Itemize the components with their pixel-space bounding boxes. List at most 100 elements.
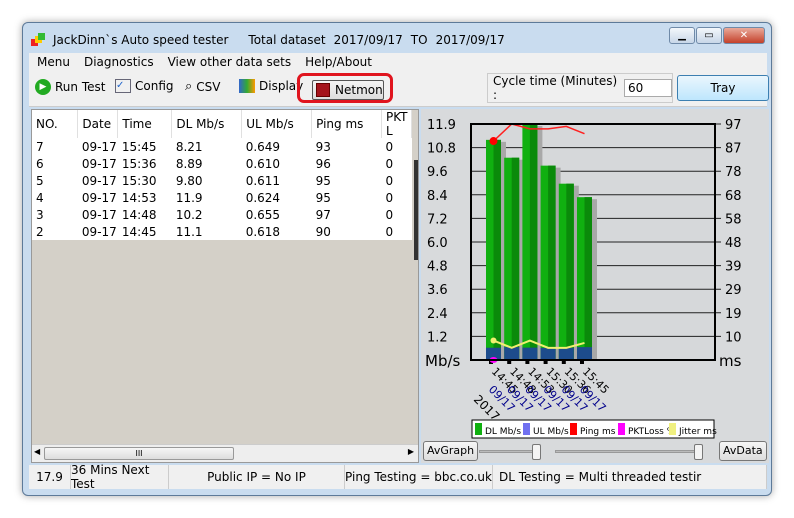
table-cell: 0 <box>385 173 394 188</box>
y2-tick-label: 68 <box>725 189 742 204</box>
tray-button[interactable]: Tray <box>677 75 769 101</box>
table-row[interactable]: 4 09-17 14:53 11.9 0.624 95 0 <box>32 189 412 206</box>
config-button[interactable]: ✓ Config <box>115 79 174 93</box>
scroll-left-icon[interactable]: ◀ <box>34 447 40 456</box>
ping-point <box>489 137 498 146</box>
avgraph-button[interactable]: AvGraph <box>423 441 479 461</box>
slider-2-knob[interactable] <box>694 444 703 460</box>
y-axis-label: Mb/s <box>425 352 461 370</box>
play-icon: ▶ <box>35 79 51 95</box>
column-header[interactable]: NO. <box>32 110 79 138</box>
results-table-panel: NO. Date Time DL Mb/s UL Mb/s Ping ms PKT L 7 0… <box>31 109 419 463</box>
netmon-button[interactable]: Netmon <box>312 80 384 100</box>
display-button[interactable]: Display <box>239 79 303 93</box>
jitter-point <box>490 337 497 344</box>
table-cell: 0.624 <box>245 190 281 205</box>
dl-bar-side <box>493 139 501 360</box>
y2-tick-label: 58 <box>725 212 742 227</box>
date-to: 2017/09/17 <box>435 33 505 47</box>
column-header[interactable]: Time <box>117 110 173 138</box>
legend-swatch <box>618 423 625 435</box>
scroll-thumb[interactable]: III <box>44 447 234 460</box>
table-cell: 10.2 <box>175 207 203 222</box>
csv-button[interactable]: ⌕ CSV <box>185 79 221 94</box>
menu-diagnostics[interactable]: Diagnostics <box>84 55 154 69</box>
y2-tick-label: 10 <box>725 330 742 345</box>
table-cell: 09-17 <box>81 173 117 188</box>
toolbar: ▶ Run Test ✓ Config ⌕ CSV Display Netmon Cy… <box>29 71 769 107</box>
status-next-test: 36 Mins Next Test <box>71 463 169 491</box>
y-tick-label: 4.8 <box>427 260 448 275</box>
menu-menu[interactable]: Menu <box>37 55 70 69</box>
cycle-time-group: Cycle time (Minutes) : <box>487 73 673 103</box>
y-tick-label: 7.2 <box>427 212 448 227</box>
legend-label: PKTLoss % <box>628 427 676 437</box>
column-header[interactable]: Date <box>77 110 119 138</box>
status-bar: 17.9 36 Mins Next Test Public IP = No IP… <box>29 463 767 491</box>
results-table: NO. Date Time DL Mb/s UL Mb/s Ping ms PKT L 7 0… <box>32 110 413 240</box>
table-cell: 0 <box>385 139 394 154</box>
app-title: JackDinn`s Auto speed tester <box>53 33 229 47</box>
legend-label: Ping ms <box>580 427 616 437</box>
run-test-label: Run Test <box>55 80 106 94</box>
ul-bar <box>558 347 574 360</box>
dl-bar-side <box>529 124 538 360</box>
column-header[interactable]: DL Mb/s <box>171 110 243 138</box>
scroll-right-icon[interactable]: ▶ <box>408 447 414 456</box>
ul-bar <box>504 347 520 360</box>
table-cell: 0 <box>385 207 394 222</box>
table-row[interactable]: 5 09-17 15:30 9.80 0.611 95 0 <box>32 172 412 189</box>
title-bar: JackDinn`s Auto speed tester Total datas… <box>31 29 505 51</box>
legend-label: UL Mb/s <box>533 427 569 437</box>
y-tick-label: 1.2 <box>427 330 448 345</box>
close-button[interactable]: ✕ <box>723 27 765 44</box>
menu-bar: Menu Diagnostics View other data sets He… <box>29 53 767 71</box>
maximize-button[interactable]: ▭ <box>696 27 722 44</box>
table-cell: 9.80 <box>175 173 203 188</box>
table-cell: 14:53 <box>121 190 157 205</box>
vertical-scrollbar[interactable] <box>414 160 418 260</box>
ul-bar <box>577 347 592 360</box>
table-cell: 93 <box>315 139 331 154</box>
slider-1-knob[interactable] <box>532 444 541 460</box>
table-row[interactable]: 2 09-17 14:45 11.1 0.618 90 0 <box>32 223 412 240</box>
table-cell: 8.89 <box>175 156 203 171</box>
column-header[interactable]: UL Mb/s <box>241 110 313 138</box>
run-test-button[interactable]: ▶ Run Test <box>35 79 105 95</box>
cycle-time-input[interactable] <box>624 79 672 97</box>
date-from: 2017/09/17 <box>333 33 403 47</box>
table-cell: 0.618 <box>245 224 281 239</box>
column-header[interactable]: PKT L <box>381 110 413 138</box>
table-row[interactable]: 3 09-17 14:48 10.2 0.655 97 0 <box>32 206 412 223</box>
column-header[interactable]: Ping ms <box>311 110 382 138</box>
netmon-highlight: Netmon <box>297 73 393 103</box>
table-cell: 0 <box>385 190 394 205</box>
dl-bar-side <box>548 165 556 360</box>
menu-help-about[interactable]: Help/About <box>305 55 372 69</box>
minimize-button[interactable]: ▁ <box>669 27 695 44</box>
slider-1[interactable] <box>479 444 541 460</box>
y-tick-label: 6.0 <box>427 236 448 251</box>
y-tick-label: 8.4 <box>427 189 448 204</box>
ul-bar <box>522 347 538 360</box>
table-row[interactable]: 7 09-17 15:45 8.21 0.649 93 0 <box>32 138 412 155</box>
menu-view-other-data-sets[interactable]: View other data sets <box>168 55 292 69</box>
dl-bar-side <box>511 157 520 360</box>
horizontal-scrollbar[interactable]: ◀ III ▶ <box>32 444 418 462</box>
avdata-button[interactable]: AvData <box>719 441 767 461</box>
display-icon <box>239 79 255 93</box>
netmon-label: Netmon <box>335 83 383 97</box>
y2-tick-label: 87 <box>725 142 742 157</box>
table-cell: 0 <box>385 224 394 239</box>
table-cell: 95 <box>315 173 331 188</box>
slider-2[interactable] <box>555 444 703 460</box>
table-row[interactable]: 6 09-17 15:36 8.89 0.610 96 0 <box>32 155 412 172</box>
table-cell: 0.611 <box>245 173 281 188</box>
table-cell: 15:36 <box>121 156 157 171</box>
legend-swatch <box>523 423 530 435</box>
legend-swatch <box>475 423 482 435</box>
y2-tick-label: 97 <box>725 118 742 133</box>
legend-label: DL Mb/s <box>485 427 521 437</box>
table-cell: 0.649 <box>245 139 281 154</box>
table-cell: 09-17 <box>81 139 117 154</box>
